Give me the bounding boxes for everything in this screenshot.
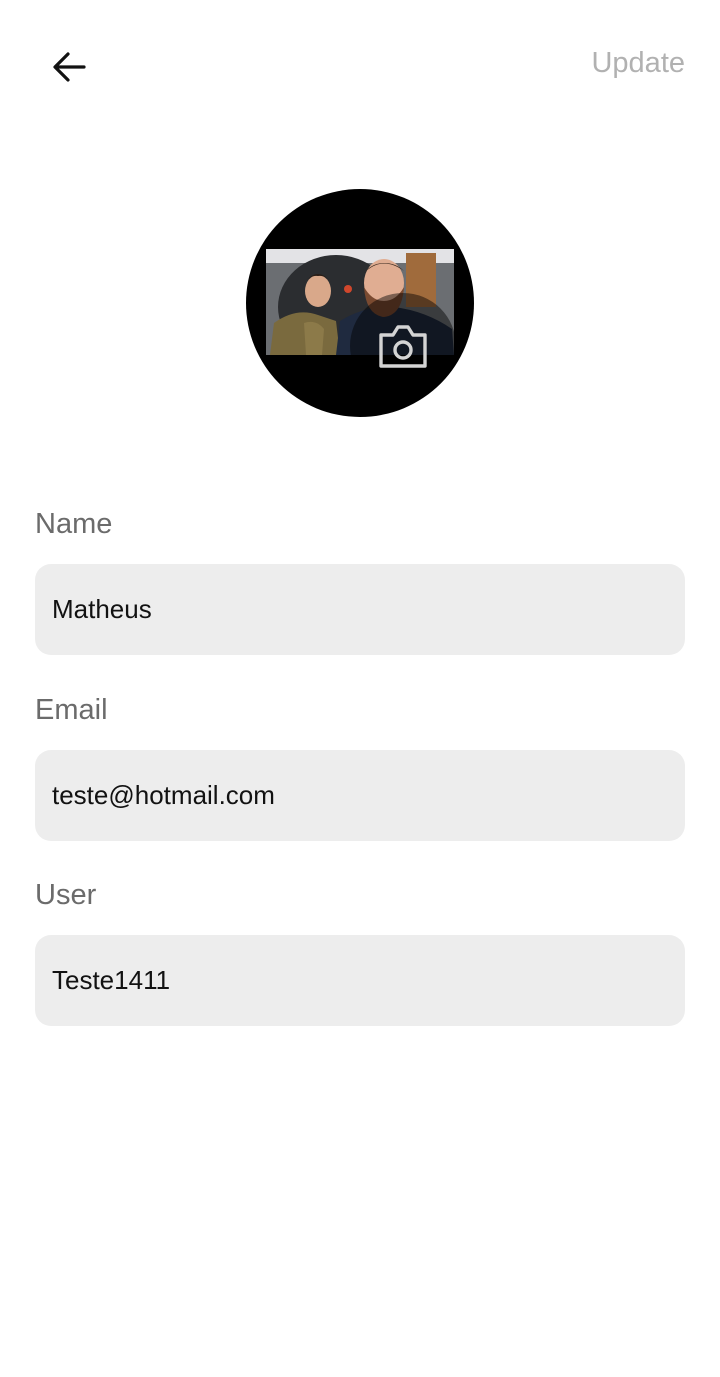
- name-field[interactable]: [35, 564, 685, 655]
- arrow-left-icon: [53, 52, 86, 82]
- email-field[interactable]: [35, 750, 685, 841]
- profile-avatar[interactable]: [246, 189, 474, 417]
- camera-icon[interactable]: [378, 323, 428, 369]
- user-field[interactable]: [35, 935, 685, 1026]
- name-label: Name: [35, 508, 113, 540]
- back-button[interactable]: [40, 38, 98, 96]
- email-label: Email: [35, 694, 108, 726]
- edit-profile-screen: Update Name Email User: [0, 0, 720, 1377]
- user-label: User: [35, 879, 97, 911]
- update-button[interactable]: Update: [591, 40, 685, 86]
